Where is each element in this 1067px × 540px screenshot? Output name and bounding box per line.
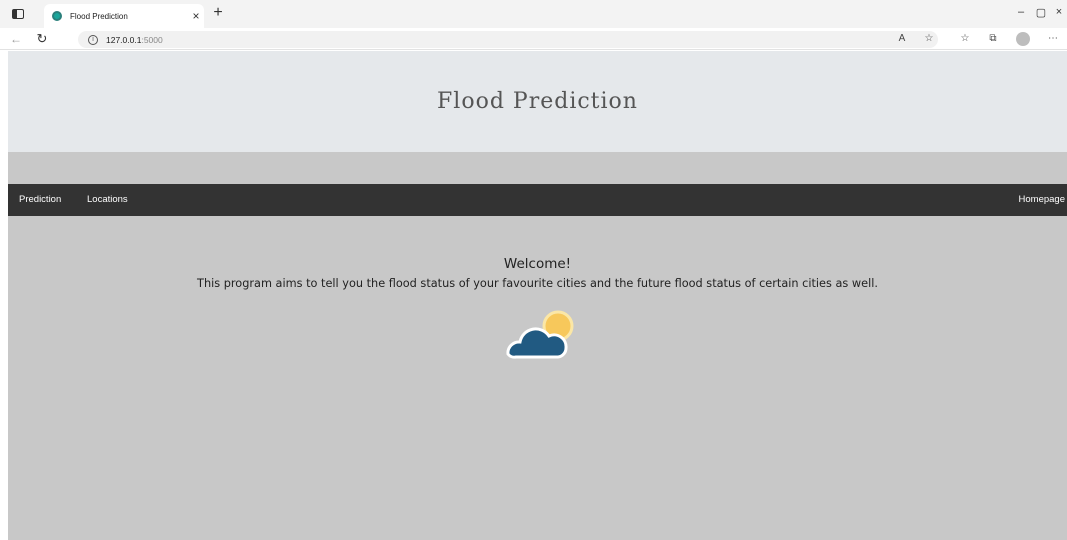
nav-link-locations[interactable]: Locations bbox=[87, 184, 128, 216]
add-favorite-icon[interactable]: ☆ bbox=[922, 33, 936, 44]
tab-title: Flood Prediction bbox=[70, 11, 128, 21]
tab-actions-icon[interactable] bbox=[8, 5, 28, 23]
tab-close-icon[interactable]: × bbox=[188, 9, 204, 23]
main-navbar: Prediction Locations Homepage bbox=[8, 184, 1067, 216]
site-info-icon[interactable]: i bbox=[88, 34, 98, 45]
page-viewport: Flood Prediction Prediction Locations Ho… bbox=[8, 51, 1067, 540]
new-tab-button[interactable]: + bbox=[208, 3, 228, 23]
url-text: 127.0.0.1:5000 bbox=[106, 34, 163, 45]
address-bar-row: ← ↻ i 127.0.0.1:5000 A ☆ ☆ ⧉ ⋯ bbox=[0, 28, 1067, 50]
page-title: Flood Prediction bbox=[437, 89, 638, 114]
description-text: This program aims to tell you the flood … bbox=[197, 277, 878, 290]
restore-button[interactable]: ▢ bbox=[1034, 6, 1048, 19]
more-options-icon[interactable]: ⋯ bbox=[1046, 33, 1060, 44]
site-header: Flood Prediction bbox=[8, 51, 1067, 152]
nav-link-homepage[interactable]: Homepage bbox=[1019, 184, 1065, 216]
browser-tab[interactable]: Flood Prediction × bbox=[44, 4, 204, 28]
reload-icon[interactable]: ↻ bbox=[34, 31, 50, 47]
profile-avatar[interactable] bbox=[1016, 32, 1030, 46]
site-favicon-icon bbox=[52, 11, 62, 21]
browser-tab-bar: Flood Prediction × + – ▢ × bbox=[0, 0, 1067, 28]
read-aloud-icon[interactable]: A bbox=[895, 33, 909, 44]
nav-link-prediction[interactable]: Prediction bbox=[19, 184, 61, 216]
cloud-sun-icon bbox=[506, 310, 574, 359]
url-field[interactable]: i 127.0.0.1:5000 bbox=[78, 31, 938, 48]
back-arrow-icon[interactable]: ← bbox=[8, 31, 24, 47]
welcome-heading: Welcome! bbox=[503, 256, 572, 272]
collections-icon[interactable]: ⧉ bbox=[986, 33, 1000, 44]
close-window-button[interactable]: × bbox=[1052, 6, 1066, 18]
favorites-icon[interactable]: ☆ bbox=[958, 33, 972, 44]
minimize-button[interactable]: – bbox=[1014, 6, 1028, 18]
